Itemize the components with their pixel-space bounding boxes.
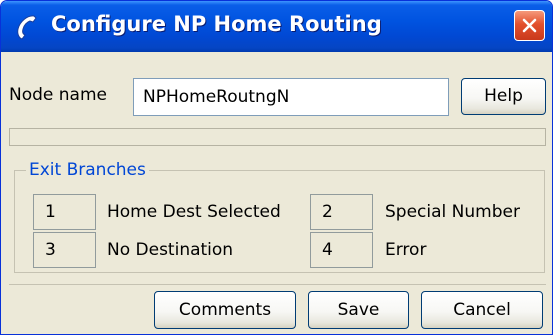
save-button[interactable]: Save: [308, 291, 409, 329]
close-button[interactable]: [514, 10, 545, 41]
branch-label: Error: [385, 240, 427, 260]
dialog-window: Configure NP Home Routing Node name Help…: [0, 0, 553, 335]
branch-number-cell: 3: [33, 232, 96, 268]
node-name-label: Node name: [9, 85, 107, 105]
window-title: Configure NP Home Routing: [51, 12, 382, 36]
help-button[interactable]: Help: [461, 78, 546, 115]
branch-label: No Destination: [107, 240, 234, 260]
node-name-input[interactable]: [133, 78, 449, 116]
branch-label: Special Number: [385, 202, 520, 222]
comments-button[interactable]: Comments: [154, 291, 296, 329]
branch-number-cell: 2: [310, 194, 373, 230]
exit-branches-title: Exit Branches: [26, 160, 149, 180]
telephone-handset-icon: [14, 13, 40, 41]
branch-number-cell: 4: [310, 232, 373, 268]
status-bar: [9, 128, 546, 146]
branch-number-cell: 1: [33, 194, 96, 230]
branch-label: Home Dest Selected: [107, 202, 281, 222]
cancel-button[interactable]: Cancel: [421, 291, 543, 329]
node-name-row: Node name Help: [9, 78, 546, 118]
title-bar[interactable]: Configure NP Home Routing: [1, 1, 552, 52]
